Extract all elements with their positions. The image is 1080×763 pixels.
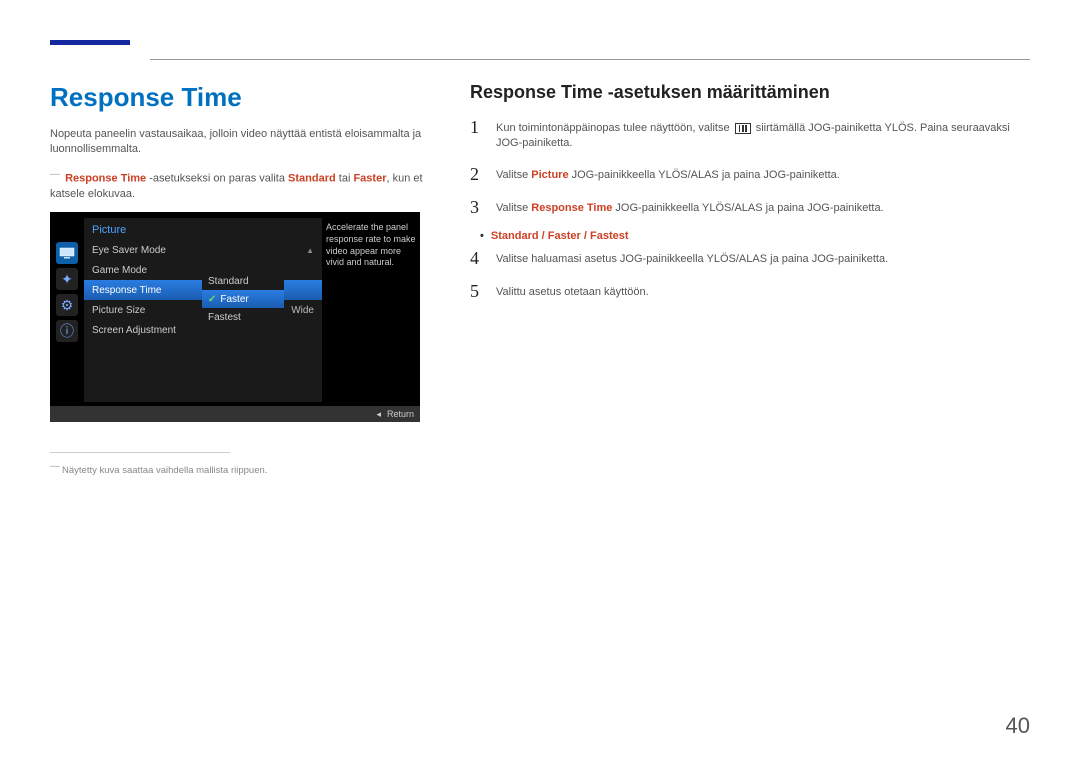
step-text: Valitse Response Time JOG-painikkeella Y… xyxy=(496,197,884,216)
step-number: 5 xyxy=(470,281,484,302)
gear-icon: ⚙ xyxy=(56,294,78,316)
option-standard: Standard xyxy=(491,230,539,242)
step-text: Valitse haluamasi asetus JOG-painikkeell… xyxy=(496,248,888,267)
option-fastest: Fastest xyxy=(590,230,629,242)
osd-return-label: Return xyxy=(387,409,414,419)
osd-item-eyesaver: Eye Saver Mode▲ xyxy=(84,240,322,260)
step-3: 3 Valitse Response Time JOG-painikkeella… xyxy=(470,197,1030,218)
arrow-up-icon: ▲ xyxy=(306,246,314,255)
osd-description: Accelerate the panel response rate to ma… xyxy=(326,218,416,269)
caret-left-icon: ◂ xyxy=(376,409,381,420)
hl-responsetime: Response Time xyxy=(531,202,612,214)
menu-icon xyxy=(735,123,751,134)
note-text-2: tai xyxy=(336,172,354,184)
option-faster: Faster xyxy=(548,230,581,242)
sep: / xyxy=(539,230,548,242)
step-2: 2 Valitse Picture JOG-painikkeella YLÖS/… xyxy=(470,164,1030,185)
note-hl-standard: Standard xyxy=(288,172,336,184)
footnote-divider xyxy=(50,452,230,453)
osd-sub-faster: ✓Faster xyxy=(202,290,284,308)
note-hl-responsetime: Response Time xyxy=(65,172,146,184)
step-number: 4 xyxy=(470,248,484,269)
step-4: 4 Valitse haluamasi asetus JOG-painikkee… xyxy=(470,248,1030,269)
note-paragraph: ― Response Time -asetukseksi on paras va… xyxy=(50,168,440,202)
monitor-icon xyxy=(56,242,78,264)
step-number: 3 xyxy=(470,197,484,218)
osd-screenshot: ✦ ⚙ ⓘ Picture Eye Saver Mode▲ Game Mode … xyxy=(50,212,420,422)
step-text: Valittu asetus otetaan käyttöön. xyxy=(496,281,649,300)
step-text: Valitse Picture JOG-painikkeella YLÖS/AL… xyxy=(496,164,840,183)
settings-icon: ✦ xyxy=(56,268,78,290)
options-list: • Standard / Faster / Fastest xyxy=(470,230,1030,242)
info-icon: ⓘ xyxy=(56,320,78,342)
osd-sub-standard: Standard xyxy=(202,272,284,290)
section-title: Response Time xyxy=(50,82,440,113)
osd-menu-title: Picture xyxy=(84,218,322,240)
step-5: 5 Valittu asetus otetaan käyttöön. xyxy=(470,281,1030,302)
sep: / xyxy=(581,230,590,242)
osd-value-wide: Wide xyxy=(291,305,314,316)
intro-paragraph: Nopeuta paneelin vastausaikaa, jolloin v… xyxy=(50,127,440,158)
hl-picture: Picture xyxy=(531,169,568,181)
check-icon: ✓ xyxy=(208,294,216,305)
subsection-title: Response Time -asetuksen määrittäminen xyxy=(470,82,1030,103)
footnote-text: ―Näytetty kuva saattaa vaihdella mallist… xyxy=(50,461,440,476)
step-number: 1 xyxy=(470,117,484,138)
step-text: Kun toimintonäppäinopas tulee näyttöön, … xyxy=(496,117,1030,152)
note-hl-faster: Faster xyxy=(353,172,386,184)
step-number: 2 xyxy=(470,164,484,185)
step-1: 1 Kun toimintonäppäinopas tulee näyttöön… xyxy=(470,117,1030,152)
bullet-icon: • xyxy=(480,230,484,242)
page-number: 40 xyxy=(1006,713,1030,739)
osd-footer: ◂ Return xyxy=(50,406,420,422)
note-text-1: -asetukseksi on paras valita xyxy=(146,172,288,184)
dash-icon: ― xyxy=(50,169,60,180)
osd-sub-fastest: Fastest xyxy=(202,308,284,326)
header-rule xyxy=(150,59,1030,60)
osd-submenu: Standard ✓Faster Fastest xyxy=(202,272,284,326)
dash-icon: ― xyxy=(50,461,60,472)
header-accent-bar xyxy=(50,40,130,45)
